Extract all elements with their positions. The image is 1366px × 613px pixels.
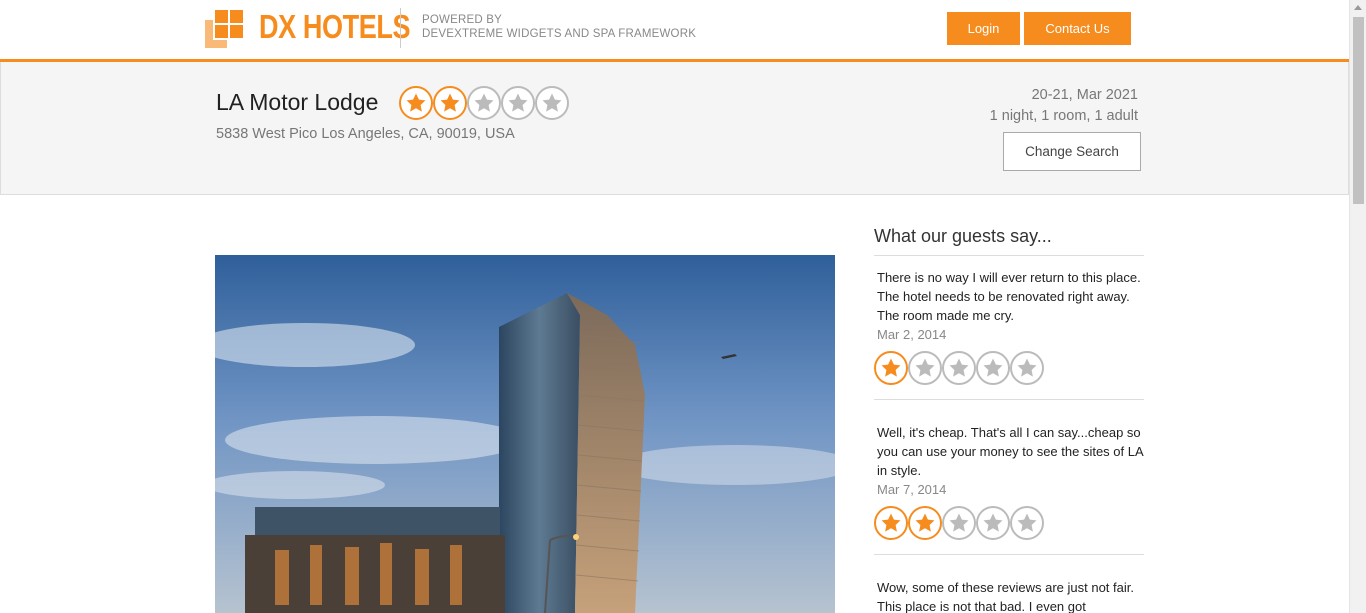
change-search-button[interactable]: Change Search xyxy=(1003,132,1141,171)
star-empty-icon xyxy=(1010,351,1044,385)
review-rating xyxy=(874,506,1144,540)
star-empty-icon xyxy=(942,351,976,385)
star-empty-icon xyxy=(942,506,976,540)
vertical-scrollbar[interactable] xyxy=(1349,0,1366,613)
hotel-summary-bar: LA Motor Lodge 5838 West Pico Los Angele… xyxy=(0,62,1349,195)
review-text: There is no way I will ever return to th… xyxy=(877,270,1141,323)
star-empty-icon xyxy=(501,86,535,120)
top-header: DX HOTELS POWERED BY DEVEXTREME WIDGETS … xyxy=(0,0,1349,62)
hotel-name: LA Motor Lodge xyxy=(216,89,379,115)
hotel-photo xyxy=(215,255,835,613)
star-filled-icon xyxy=(908,506,942,540)
hotel-building-image xyxy=(215,255,835,613)
star-filled-icon xyxy=(874,506,908,540)
header-divider xyxy=(400,8,401,48)
review-divider xyxy=(874,554,1144,555)
powered-by-line1: POWERED BY xyxy=(422,14,502,26)
star-empty-icon xyxy=(908,351,942,385)
review-text: Wow, some of these reviews are just not … xyxy=(877,580,1134,613)
reviews-title: What our guests say... xyxy=(874,226,1052,246)
star-empty-icon xyxy=(535,86,569,120)
star-empty-icon xyxy=(976,506,1010,540)
review-date: Mar 2, 2014 xyxy=(877,327,947,342)
hotel-rating xyxy=(399,86,569,120)
star-empty-icon xyxy=(976,351,1010,385)
review-item: There is no way I will ever return to th… xyxy=(874,268,1144,400)
search-summary: 1 night, 1 room, 1 adult xyxy=(989,108,1138,124)
scrollbar-thumb[interactable] xyxy=(1353,17,1364,204)
review-item: Wow, some of these reviews are just not … xyxy=(874,578,1144,613)
reviews-divider xyxy=(874,255,1144,256)
dx-hotels-logo-icon[interactable] xyxy=(205,10,245,48)
star-filled-icon xyxy=(399,86,433,120)
star-empty-icon xyxy=(1010,506,1044,540)
hotel-address: 5838 West Pico Los Angeles, CA, 90019, U… xyxy=(216,126,515,142)
contact-us-button[interactable]: Contact Us xyxy=(1024,12,1131,45)
review-text: Well, it's cheap. That's all I can say..… xyxy=(877,425,1143,478)
review-divider xyxy=(874,399,1144,400)
review-date: Mar 7, 2014 xyxy=(877,482,947,497)
search-details: 20-21, Mar 2021 1 night, 1 room, 1 adult xyxy=(990,85,1138,127)
review-item: Well, it's cheap. That's all I can say..… xyxy=(874,423,1144,555)
powered-by-text: POWERED BY DEVEXTREME WIDGETS AND SPA FR… xyxy=(422,13,696,41)
brand-name[interactable]: DX HOTELS xyxy=(259,8,411,46)
login-button[interactable]: Login xyxy=(947,12,1020,45)
search-dates: 20-21, Mar 2021 xyxy=(1031,87,1138,103)
star-filled-icon xyxy=(433,86,467,120)
star-filled-icon xyxy=(874,351,908,385)
review-rating xyxy=(874,351,1144,385)
scroll-up-arrow-icon[interactable] xyxy=(1354,5,1362,10)
powered-by-line2: DEVEXTREME WIDGETS AND SPA FRAMEWORK xyxy=(422,28,697,40)
star-empty-icon xyxy=(467,86,501,120)
